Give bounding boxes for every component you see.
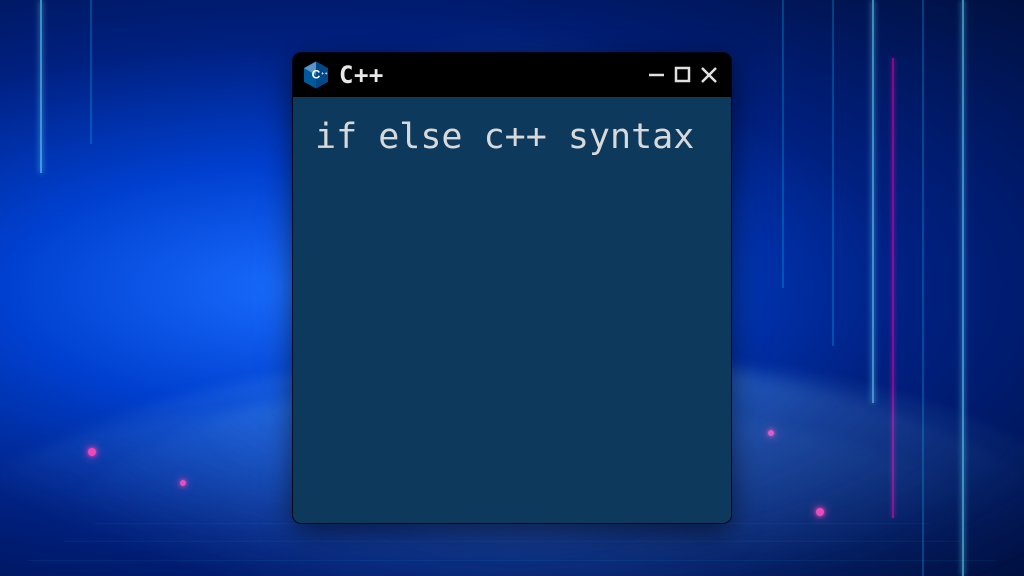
- app-window: C + + C++ if else c++ syntax: [293, 53, 731, 523]
- minimize-button[interactable]: [645, 63, 669, 87]
- maximize-button[interactable]: [671, 63, 695, 87]
- close-button[interactable]: [697, 63, 721, 87]
- svg-text:C: C: [312, 68, 321, 82]
- window-title: C++: [339, 61, 637, 89]
- cpp-logo-icon: C + +: [301, 60, 331, 90]
- svg-text:+: +: [321, 72, 324, 77]
- window-controls: [645, 63, 721, 87]
- window-content: if else c++ syntax: [293, 97, 731, 178]
- svg-text:+: +: [325, 72, 328, 77]
- titlebar[interactable]: C + + C++: [293, 53, 731, 97]
